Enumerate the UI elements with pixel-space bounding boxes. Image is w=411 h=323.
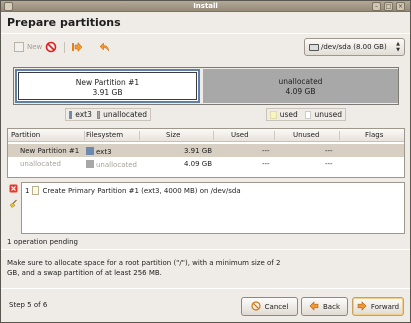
new-icon <box>13 41 25 53</box>
forward-button[interactable]: Forward <box>352 297 404 316</box>
column-header-used[interactable]: Used <box>231 131 249 139</box>
partition-name: New Partition #1 <box>75 78 140 87</box>
minimize-icon[interactable]: – <box>372 2 381 11</box>
step-indicator: Step 5 of 6 <box>9 301 48 309</box>
forward-label: Forward <box>370 302 400 311</box>
filesystem-legend: ext3 unallocated <box>65 108 151 121</box>
column-divider <box>274 131 275 140</box>
column-header-unused[interactable]: Unused <box>293 131 319 139</box>
back-button[interactable]: Back <box>301 297 348 316</box>
partition-map: New Partition #1 3.91 GB unallocated 4.0… <box>13 67 399 105</box>
cell-filesystem-text: unallocated <box>96 161 137 169</box>
column-header-size[interactable]: Size <box>166 131 180 139</box>
table-row[interactable]: New Partition #1 ext3 3.91 GB --- --- <box>8 144 404 157</box>
column-divider <box>213 131 214 140</box>
cancel-button[interactable]: Cancel <box>241 297 298 316</box>
usage-legend: used unused <box>266 108 346 121</box>
partition-table: Partition Filesystem Size Used Unused Fl… <box>7 128 405 178</box>
page-title: Prepare partitions <box>7 16 121 29</box>
cell-size: 4.09 GB <box>184 160 213 168</box>
section-divider <box>1 249 410 250</box>
clear-operations-icon[interactable] <box>9 199 18 208</box>
ext3-swatch <box>86 147 94 155</box>
cell-unused: --- <box>325 160 333 168</box>
cell-filesystem: ext3 <box>86 147 112 156</box>
device-selector[interactable]: /dev/sda (8.00 GB) ▲ ▼ <box>304 38 405 56</box>
partition-size: 4.09 GB <box>285 87 316 96</box>
undo-icon <box>99 41 111 53</box>
new-label: New <box>27 43 43 51</box>
table-row[interactable]: unallocated unallocated 4.09 GB --- --- <box>8 157 404 170</box>
maximize-icon[interactable]: □ <box>384 2 393 11</box>
title-bar: Install – □ × <box>1 1 410 12</box>
partition-block-unallocated[interactable]: unallocated 4.09 GB <box>203 69 398 103</box>
list-item[interactable]: 1 Create Primary Partition #1 (ext3, 400… <box>25 186 241 195</box>
cancel-icon <box>251 300 261 313</box>
cell-partition: unallocated <box>20 160 61 168</box>
column-divider <box>84 131 85 140</box>
column-header-partition[interactable]: Partition <box>11 131 40 139</box>
close-icon[interactable]: × <box>396 2 405 11</box>
window-title: Install <box>193 2 218 10</box>
undo-operation-icon[interactable] <box>9 184 18 193</box>
legend-label: ext3 <box>75 110 92 119</box>
forward-arrow-icon <box>357 300 367 313</box>
cell-used: --- <box>262 160 270 168</box>
apply-arrow-icon <box>71 41 83 53</box>
delete-partition-button[interactable] <box>45 39 57 55</box>
legend-label: used <box>279 110 298 119</box>
operation-text: Create Primary Partition #1 (ext3, 4000 … <box>42 186 241 195</box>
back-label: Back <box>323 302 340 311</box>
used-swatch <box>270 110 277 119</box>
column-header-filesystem[interactable]: Filesystem <box>86 131 123 139</box>
cell-filesystem-text: ext3 <box>96 148 112 156</box>
unused-swatch <box>304 110 312 119</box>
operation-index: 1 <box>25 186 30 195</box>
legend-label: unallocated <box>103 110 147 119</box>
table-header: Partition Filesystem Size Used Unused Fl… <box>8 129 404 142</box>
help-note: Make sure to allocate space for a root p… <box>7 259 281 277</box>
undo-button[interactable] <box>99 39 111 55</box>
pending-status: 1 operation pending <box>7 238 78 246</box>
cell-partition: New Partition #1 <box>20 147 80 155</box>
toolbar-divider <box>64 42 65 53</box>
unallocated-swatch <box>96 110 101 119</box>
cell-unused: --- <box>325 147 333 155</box>
device-selected: /dev/sda (8.00 GB) <box>321 43 387 51</box>
column-divider <box>139 131 140 140</box>
footer-divider <box>1 288 410 289</box>
cell-size: 3.91 GB <box>184 147 213 155</box>
installer-window: Install – □ × Prepare partitions New /de… <box>0 0 411 323</box>
legend-label: unused <box>314 110 342 119</box>
cancel-label: Cancel <box>264 302 289 311</box>
partition-size: 3.91 GB <box>92 88 123 97</box>
document-icon <box>32 186 40 195</box>
new-partition-button[interactable]: New <box>13 39 42 55</box>
ext3-swatch <box>69 110 73 119</box>
back-arrow-icon <box>309 300 319 313</box>
header-divider <box>1 33 410 34</box>
delete-icon <box>45 41 57 53</box>
cell-used: --- <box>262 147 270 155</box>
column-header-flags[interactable]: Flags <box>365 131 383 139</box>
partition-block-new[interactable]: New Partition #1 3.91 GB <box>15 69 200 103</box>
partition-name: unallocated <box>278 77 323 86</box>
spin-arrows-icon: ▲ ▼ <box>396 41 400 53</box>
operations-list: 1 Create Primary Partition #1 (ext3, 400… <box>21 182 405 234</box>
cell-filesystem: unallocated <box>86 160 137 169</box>
hard-disk-icon <box>309 43 319 51</box>
column-divider <box>339 131 340 140</box>
unallocated-swatch <box>86 160 94 168</box>
apply-button[interactable] <box>71 39 83 55</box>
